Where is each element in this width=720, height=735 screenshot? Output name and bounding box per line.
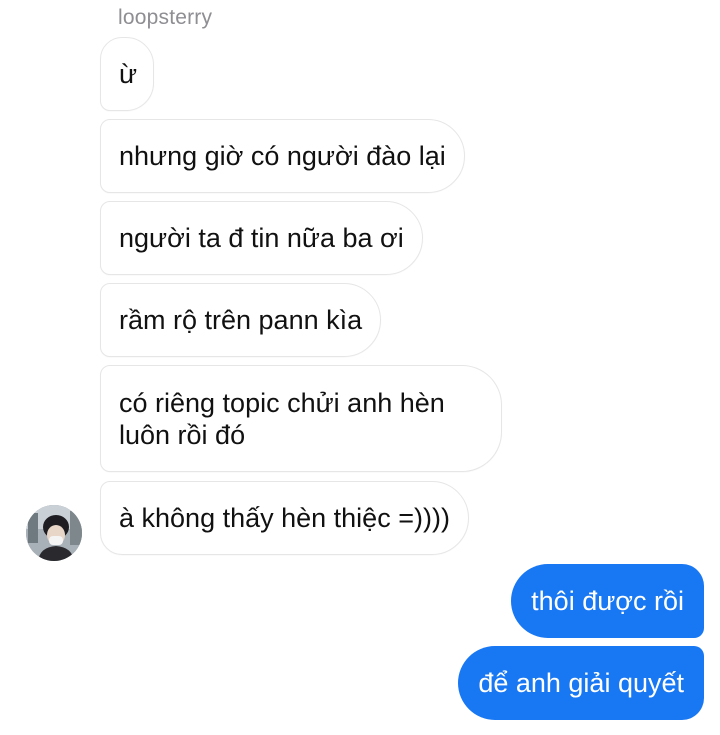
outgoing-message[interactable]: để anh giải quyết: [458, 646, 704, 720]
message-text: có riêng topic chửi anh hèn luôn rồi đó: [119, 387, 445, 450]
incoming-message[interactable]: có riêng topic chửi anh hèn luôn rồi đó: [100, 365, 502, 472]
sender-name: loopsterry: [118, 6, 213, 29]
sender-avatar-icon[interactable]: [26, 505, 82, 561]
incoming-message[interactable]: rầm rộ trên pann kìa: [100, 283, 382, 357]
message-text: nhưng giờ có người đào lại: [119, 141, 446, 171]
profile-photo-icon: [26, 505, 82, 561]
message-text: ừ: [119, 59, 138, 89]
incoming-message[interactable]: nhưng giờ có người đào lại: [100, 119, 465, 193]
incoming-message[interactable]: à không thấy hèn thiệc =)))): [100, 481, 469, 555]
outgoing-message[interactable]: thôi được rồi: [511, 564, 704, 638]
message-text: người ta đ tin nữa ba ơi: [119, 223, 404, 253]
message-text: thôi được rồi: [531, 586, 684, 616]
incoming-message[interactable]: người ta đ tin nữa ba ơi: [100, 201, 423, 275]
incoming-message[interactable]: ừ: [100, 37, 154, 111]
message-text: à không thấy hèn thiệc =)))): [119, 503, 450, 533]
message-text: rầm rộ trên pann kìa: [119, 305, 363, 335]
message-text: để anh giải quyết: [478, 668, 684, 698]
message-thread: loopsterry ừ nhưng giờ có người đào lại …: [0, 0, 720, 735]
